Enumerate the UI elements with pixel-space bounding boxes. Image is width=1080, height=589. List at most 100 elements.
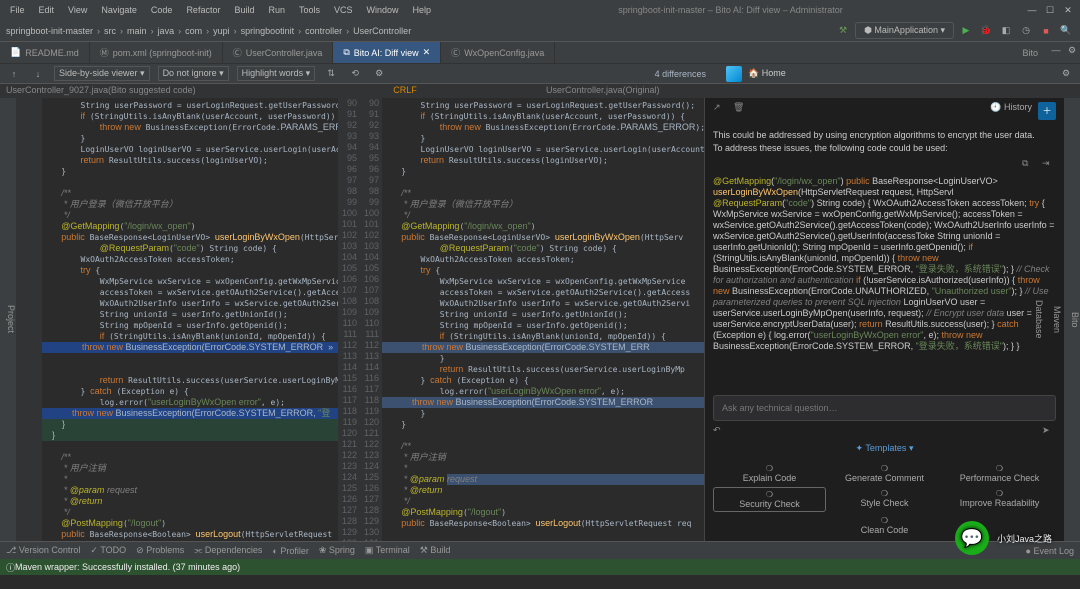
crumb[interactable]: UserController xyxy=(353,26,411,36)
tab-pom[interactable]: Ⓜ pom.xml (springboot-init) xyxy=(90,42,223,63)
action-security[interactable]: ❍Security Check xyxy=(713,487,826,512)
crumb[interactable]: controller xyxy=(305,26,342,36)
menubar: File Edit View Navigate Code Refactor Bu… xyxy=(0,0,1080,20)
search-icon[interactable]: 🔍 xyxy=(1058,23,1074,39)
status-todo[interactable]: ✓ TODO xyxy=(90,545,126,556)
menu-build[interactable]: Build xyxy=(228,3,260,17)
bito-home-tab[interactable]: 🏠 Home xyxy=(748,68,786,79)
stop-icon[interactable]: ■ xyxy=(1038,23,1054,39)
crumb[interactable]: yupi xyxy=(213,26,230,36)
right-code-pane: String userPassword = userLoginRequest.g… xyxy=(382,98,704,541)
status-vcs[interactable]: ⎇ Version Control xyxy=(6,545,80,556)
highlight-dropdown[interactable]: Highlight words ▾ xyxy=(237,66,316,81)
bito-explain-1: This could be addressed by using encrypt… xyxy=(713,130,1056,141)
breadcrumb: springboot-init-master› src› main› java›… xyxy=(6,26,411,36)
status-profiler[interactable]: ◐ Profiler xyxy=(272,546,308,556)
left-tool-strip[interactable]: Project Bookmarks Structure xyxy=(0,98,16,541)
status-spring[interactable]: ❀ Spring xyxy=(319,545,355,556)
editor-tabs: 📄 README.md Ⓜ pom.xml (springboot-init) … xyxy=(0,42,1080,64)
wechat-icon: 💬 xyxy=(955,521,989,555)
menu-refactor[interactable]: Refactor xyxy=(180,3,226,17)
collapse-icon[interactable]: ⇅ xyxy=(323,66,339,82)
prev-diff-icon[interactable]: ↑ xyxy=(6,66,22,82)
status-terminal[interactable]: ▣ Terminal xyxy=(365,545,410,556)
tab-diff[interactable]: ⧉ Bito AI: Diff view ✕ xyxy=(333,42,441,63)
statusbar: ⎇ Version Control ✓ TODO ⊘ Problems ⫘ De… xyxy=(0,541,1080,559)
bito-input[interactable]: Ask any technical question… xyxy=(713,395,1056,421)
settings-icon[interactable]: ⚙ xyxy=(371,66,387,82)
diff-count: 4 differences xyxy=(655,69,706,79)
menu-view[interactable]: View xyxy=(62,3,93,17)
menu-help[interactable]: Help xyxy=(407,3,438,17)
diff-toolbar: ↑ ↓ Side-by-side viewer ▾ Do not ignore … xyxy=(0,64,1080,84)
bito-panel: ↗ 🗑 🕘 History ＋ This could be addressed … xyxy=(704,98,1064,541)
menu-file[interactable]: File xyxy=(4,3,31,17)
crumb[interactable]: src xyxy=(104,26,116,36)
build-icon[interactable]: ⚒ xyxy=(835,23,851,39)
menu-run[interactable]: Run xyxy=(262,3,291,17)
tab-wxopenconfig[interactable]: Ⓒ WxOpenConfig.java xyxy=(441,42,555,63)
bito-explain-2: To address these issues, the following c… xyxy=(713,143,1056,154)
menu-edit[interactable]: Edit xyxy=(33,3,61,17)
run-config-dropdown[interactable]: ⬢ MainApplication ▾ xyxy=(855,22,954,39)
mid-gutter: 90 91 92 93 94 95 96 97 98 99 100 101 10… xyxy=(338,98,382,541)
left-gutter xyxy=(16,98,42,541)
maximize-icon[interactable]: ☐ xyxy=(1042,2,1058,18)
crumb[interactable]: com xyxy=(185,26,202,36)
left-code[interactable]: String userPassword = userLoginRequest.g… xyxy=(42,98,338,541)
sync-icon[interactable]: ⟲ xyxy=(347,66,363,82)
debug-icon[interactable]: 🐞 xyxy=(978,23,994,39)
run-icon[interactable]: ▶ xyxy=(958,23,974,39)
hide-icon[interactable]: — xyxy=(1048,42,1064,58)
ignore-dropdown[interactable]: Do not ignore ▾ xyxy=(158,66,229,81)
tab-readme[interactable]: 📄 README.md xyxy=(0,42,90,63)
menu-vcs[interactable]: VCS xyxy=(328,3,359,17)
next-diff-icon[interactable]: ↓ xyxy=(30,66,46,82)
share-icon[interactable]: ↗ xyxy=(713,102,727,116)
crumb[interactable]: main xyxy=(127,26,147,36)
trash-icon[interactable]: 🗑 xyxy=(733,102,747,116)
status-problems[interactable]: ⊘ Problems xyxy=(136,545,184,556)
status-deps[interactable]: ⫘ Dependencies xyxy=(194,545,262,556)
tab-usercontroller[interactable]: Ⓒ UserController.java xyxy=(223,42,334,63)
view-mode-dropdown[interactable]: Side-by-side viewer ▾ xyxy=(54,66,150,81)
crumb[interactable]: springboot-init-master xyxy=(6,26,93,36)
minimize-icon[interactable]: — xyxy=(1024,2,1040,18)
action-explain[interactable]: ❍Explain Code xyxy=(713,462,826,485)
left-code-pane: String userPassword = userLoginRequest.g… xyxy=(16,98,338,541)
action-comment[interactable]: ❍Generate Comment xyxy=(828,462,941,485)
menu-navigate[interactable]: Navigate xyxy=(95,3,143,17)
left-file-label: UserController_9027.java(Bito suggested … xyxy=(0,84,270,98)
crlf-label: CRLF xyxy=(270,84,540,98)
crumb[interactable]: java xyxy=(158,26,175,36)
bito-code-block[interactable]: @GetMapping("/login/wx_open") public Bas… xyxy=(713,176,1056,352)
bito-logo-icon xyxy=(726,66,742,82)
message-bar: ⓘ Maven wrapper: Successfully installed.… xyxy=(0,559,1080,575)
history-button[interactable]: 🕘 History xyxy=(990,102,1032,120)
database-toolwin[interactable]: Database xyxy=(1034,102,1044,537)
bito-settings-icon[interactable]: ⚙ xyxy=(1058,66,1074,82)
action-style[interactable]: ❍Style Check xyxy=(828,487,941,512)
close-icon[interactable]: ✕ xyxy=(1060,2,1076,18)
maven-toolwin[interactable]: Maven xyxy=(1052,102,1062,537)
coverage-icon[interactable]: ◧ xyxy=(998,23,1014,39)
right-tool-strip[interactable]: Bito Maven Database xyxy=(1064,98,1080,541)
right-file-label: UserController.java(Original) xyxy=(540,84,810,98)
right-code[interactable]: String userPassword = userLoginRequest.g… xyxy=(382,98,704,541)
menu-window[interactable]: Window xyxy=(361,3,405,17)
window-title: springboot-init-master – Bito AI: Diff v… xyxy=(439,3,1022,17)
undo-icon[interactable]: ↶ xyxy=(713,425,727,439)
menu-tools[interactable]: Tools xyxy=(293,3,326,17)
diff-headers: UserController_9027.java(Bito suggested … xyxy=(0,84,1080,98)
navbar: springboot-init-master› src› main› java›… xyxy=(0,20,1080,42)
menu-code[interactable]: Code xyxy=(145,3,179,17)
status-build[interactable]: ⚒ Build xyxy=(420,545,451,556)
bito-toolwin[interactable]: Bito xyxy=(1070,102,1080,537)
gear-icon[interactable]: ⚙ xyxy=(1064,42,1080,58)
project-toolwin[interactable]: Project xyxy=(6,102,16,537)
bito-title-tab: Bito xyxy=(1012,42,1048,63)
templates-toggle[interactable]: ✦ Templates ▾ xyxy=(705,439,1064,458)
watermark: 💬 小刘Java之路 xyxy=(955,521,1052,555)
crumb[interactable]: springbootinit xyxy=(241,26,295,36)
profile-icon[interactable]: ◷ xyxy=(1018,23,1034,39)
